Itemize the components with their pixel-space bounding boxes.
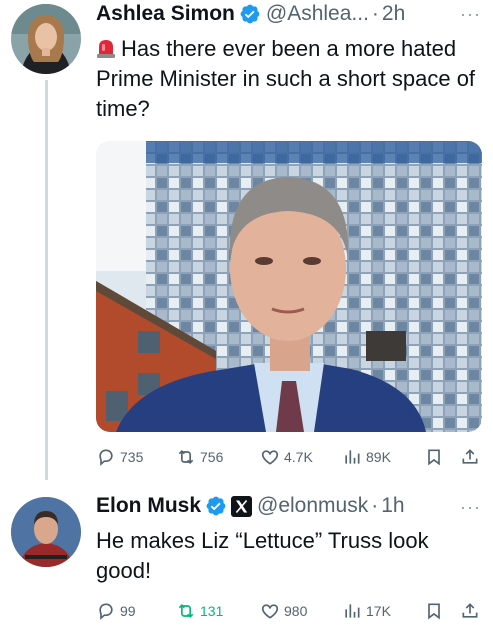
views-count: 89K [366,449,391,465]
avatar-ashlea-simon[interactable] [11,4,81,74]
bookmark-button[interactable] [424,447,448,467]
like-button[interactable]: 4.7K [260,447,313,467]
tweet-body: He makes Liz “Lettuce” Truss look good! [96,528,429,583]
repost-button[interactable]: 756 [176,447,223,467]
avatar-elon-musk[interactable] [11,497,81,567]
heart-icon [261,604,279,619]
separator: · [371,2,379,25]
author-name[interactable]: Elon Musk [96,494,201,518]
thread-line [45,80,48,480]
tweet-body: Has there ever been a more hated Prime M… [96,36,476,121]
repost-icon [178,603,194,619]
views-icon [345,450,360,464]
tweet-text: Has there ever been a more hated Prime M… [96,34,481,124]
tweet-header: Ashlea Simon @Ashlea... · 2h [96,2,405,26]
tweet-text: He makes Liz “Lettuce” Truss look good! [96,526,481,586]
siren-emoji-icon [96,37,116,59]
separator: · [371,494,379,517]
bookmark-icon [428,603,440,620]
like-button[interactable]: 980 [260,601,307,621]
tweet-ashlea-simon[interactable]: Ashlea Simon @Ashlea... · 2h ··· Has the… [0,0,493,480]
reply-icon [99,449,113,466]
like-count: 980 [284,603,308,619]
author-name[interactable]: Ashlea Simon [96,2,235,26]
reply-count: 735 [120,449,144,465]
tweet-actions: 99 131 980 17K [96,601,481,625]
repost-icon [178,449,194,465]
reply-button[interactable]: 735 [96,447,143,467]
views-button[interactable]: 17K [342,601,391,621]
share-icon [462,603,478,618]
tweet-actions: 735 756 4.7K 89K [96,447,481,471]
timestamp[interactable]: 2h [382,2,405,26]
share-button[interactable] [460,601,484,621]
heart-icon [261,450,279,465]
verified-badge-icon [239,3,261,25]
views-button[interactable]: 89K [342,447,391,467]
timestamp[interactable]: 1h [381,494,404,518]
more-options-icon[interactable]: ··· [460,497,481,518]
repost-button[interactable]: 131 [176,601,223,621]
tweet-header: Elon Musk @elonmusk · 1h [96,494,405,518]
author-handle[interactable]: @Ashlea... [266,2,369,26]
more-options-icon[interactable]: ··· [460,4,481,25]
bookmark-button[interactable] [424,601,448,621]
verified-badge-icon [205,495,227,517]
tweet-photo[interactable] [96,141,482,432]
x-logo-icon [231,495,253,517]
like-count: 4.7K [284,449,313,465]
share-button[interactable] [460,447,484,467]
reply-button[interactable]: 99 [96,601,136,621]
repost-count: 756 [200,449,224,465]
views-icon [345,604,360,618]
author-handle[interactable]: @elonmusk [257,494,368,518]
bookmark-icon [428,449,440,466]
reply-count: 99 [120,603,136,619]
views-count: 17K [366,603,391,619]
reply-icon [99,603,113,620]
repost-count: 131 [200,603,224,619]
tweet-elon-musk[interactable]: Elon Musk @elonmusk · 1h ··· He makes Li… [0,480,493,630]
share-icon [462,449,478,464]
